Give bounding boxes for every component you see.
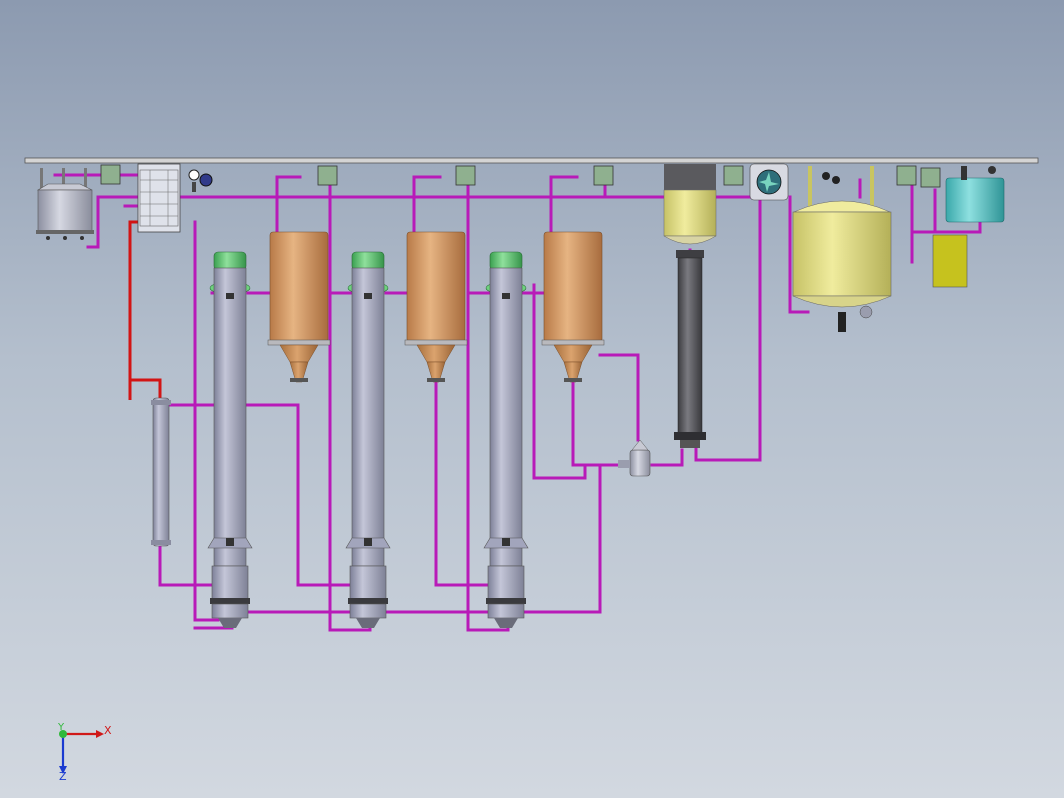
preheater xyxy=(151,397,171,547)
axis-y-label: Y xyxy=(57,722,65,733)
condenser xyxy=(663,164,717,448)
separator-3 xyxy=(541,231,605,383)
axis-x-label: X xyxy=(104,724,112,737)
control-valve-boxes xyxy=(100,164,941,188)
plate-heat-exchanger xyxy=(137,163,181,233)
separator-2 xyxy=(404,231,468,383)
header-beam xyxy=(24,157,1039,164)
pressure-gauges xyxy=(188,169,213,192)
condensate-pump xyxy=(749,163,789,201)
axis-triad: X Y Z xyxy=(57,722,112,783)
process-diagram: X Y Z xyxy=(24,157,1039,783)
olive-box xyxy=(932,234,968,288)
separator-1 xyxy=(267,231,331,383)
evaporator-3 xyxy=(483,251,529,628)
vacuum-separator xyxy=(618,439,651,477)
evaporator-2 xyxy=(345,251,391,628)
steam-line-pipe xyxy=(128,220,162,400)
storage-tank xyxy=(792,166,892,332)
evaporator-1 xyxy=(207,251,253,628)
axis-z-label: Z xyxy=(59,770,67,783)
cyan-tank xyxy=(945,166,1005,223)
feed-tank xyxy=(36,168,94,240)
